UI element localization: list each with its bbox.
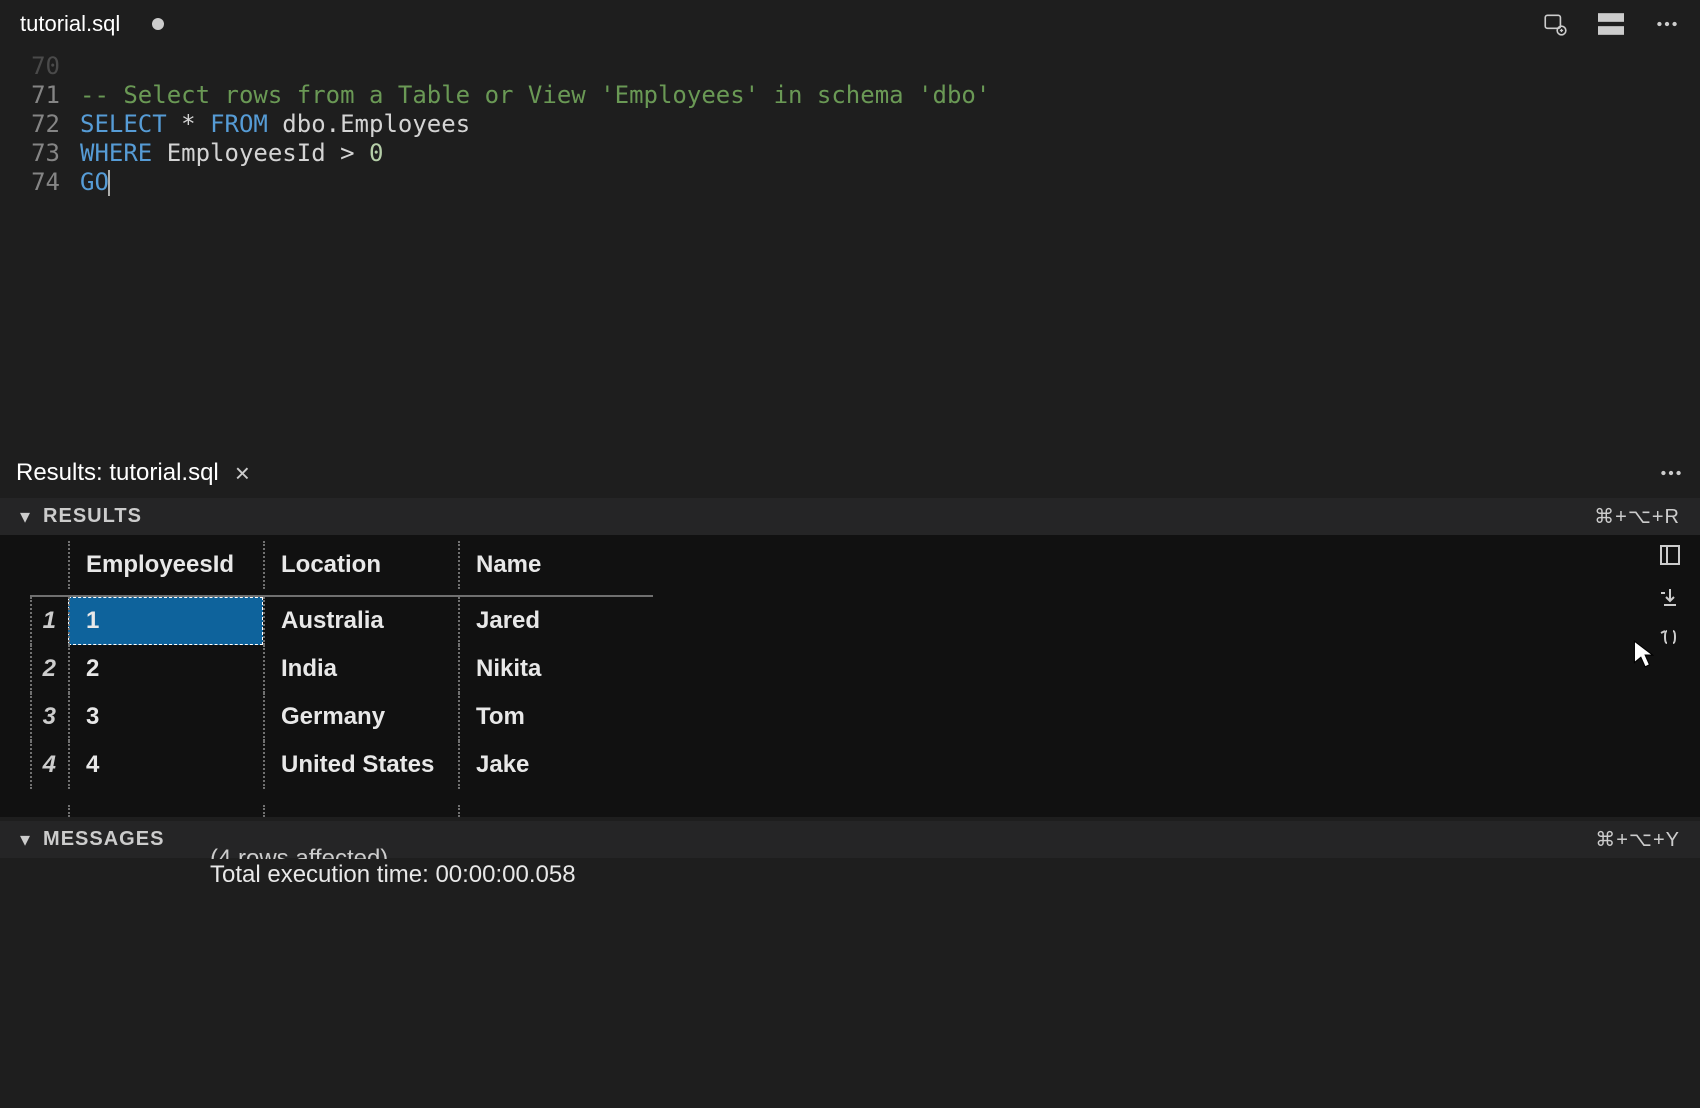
caret-down-icon: ▾	[20, 504, 31, 529]
column-header[interactable]: EmployeesId	[68, 535, 263, 597]
more-actions-icon[interactable]	[1654, 11, 1680, 37]
query-connect-icon[interactable]	[1542, 11, 1568, 37]
column-header[interactable]: Name	[458, 535, 653, 597]
grid-cell[interactable]: 2	[68, 645, 263, 693]
split-editor-icon[interactable]	[1598, 13, 1624, 35]
editor-tab[interactable]: tutorial.sql	[10, 11, 174, 37]
results-tab-title[interactable]: Results: tutorial.sql	[16, 459, 219, 487]
grid-cell[interactable]: India	[263, 645, 458, 693]
mouse-cursor-icon	[1632, 639, 1654, 674]
code-line[interactable]: GO	[80, 168, 110, 197]
grid-cell[interactable]: Germany	[263, 693, 458, 741]
results-section-header[interactable]: ▾ RESULTS ⌘+⌥+R	[0, 498, 1700, 535]
text-cursor	[108, 170, 110, 196]
code-line[interactable]: -- Select rows from a Table or View 'Emp…	[80, 81, 990, 110]
grid-cell[interactable]: Nikita	[458, 645, 653, 693]
messages-rows-affected: (4 rows affected)	[210, 845, 1700, 859]
grid-cell[interactable]: Tom	[458, 693, 653, 741]
grid-cell[interactable]: 3	[68, 693, 263, 741]
grid-cell[interactable]: Jared	[458, 597, 653, 645]
line-number: 70	[0, 52, 80, 81]
panel-more-actions-icon[interactable]	[1658, 460, 1684, 486]
grid-cell[interactable]: Australia	[263, 597, 458, 645]
results-shortcut: ⌘+⌥+R	[1594, 504, 1680, 529]
editor-tab-actions	[1542, 11, 1690, 37]
messages-section-title: MESSAGES	[43, 828, 164, 851]
line-number: 71	[0, 81, 80, 110]
editor-tab-bar: tutorial.sql	[0, 0, 1700, 48]
results-grid-area: EmployeesIdLocationName11AustraliaJared2…	[0, 535, 1700, 817]
line-number: 73	[0, 139, 80, 168]
maximize-icon[interactable]	[1658, 543, 1682, 567]
close-icon[interactable]: ×	[235, 458, 250, 489]
grid-side-actions	[1658, 543, 1682, 651]
code-line[interactable]: WHERE EmployeesId > 0	[80, 139, 383, 168]
results-panel: Results: tutorial.sql × ▾ RESULTS ⌘+⌥+R …	[0, 448, 1700, 889]
grid-cell[interactable]: 1	[68, 597, 263, 645]
grid-cell[interactable]: Jake	[458, 741, 653, 789]
code-line[interactable]: SELECT * FROM dbo.Employees	[80, 110, 470, 139]
row-number[interactable]: 1	[30, 597, 68, 645]
row-number[interactable]: 2	[30, 645, 68, 693]
messages-body: (4 rows affected) Total execution time: …	[0, 845, 1700, 889]
export-json-icon[interactable]	[1658, 627, 1682, 651]
line-number: 74	[0, 168, 80, 197]
row-number[interactable]: 3	[30, 693, 68, 741]
row-number[interactable]: 4	[30, 741, 68, 789]
tab-filename: tutorial.sql	[20, 11, 120, 37]
results-grid[interactable]: EmployeesIdLocationName11AustraliaJared2…	[30, 535, 1700, 789]
dirty-indicator-icon	[152, 18, 164, 30]
grid-cell[interactable]: United States	[263, 741, 458, 789]
column-header[interactable]: Location	[263, 535, 458, 597]
caret-down-icon: ▾	[20, 827, 31, 852]
export-csv-icon[interactable]	[1658, 585, 1682, 609]
code-editor[interactable]: 7071-- Select rows from a Table or View …	[0, 48, 1700, 448]
grid-cell[interactable]: 4	[68, 741, 263, 789]
results-section-title: RESULTS	[43, 505, 142, 528]
line-number: 72	[0, 110, 80, 139]
row-number-header	[30, 535, 68, 597]
messages-exec-time: Total execution time: 00:00:00.058	[210, 861, 1700, 889]
results-tab-bar: Results: tutorial.sql ×	[0, 448, 1700, 498]
